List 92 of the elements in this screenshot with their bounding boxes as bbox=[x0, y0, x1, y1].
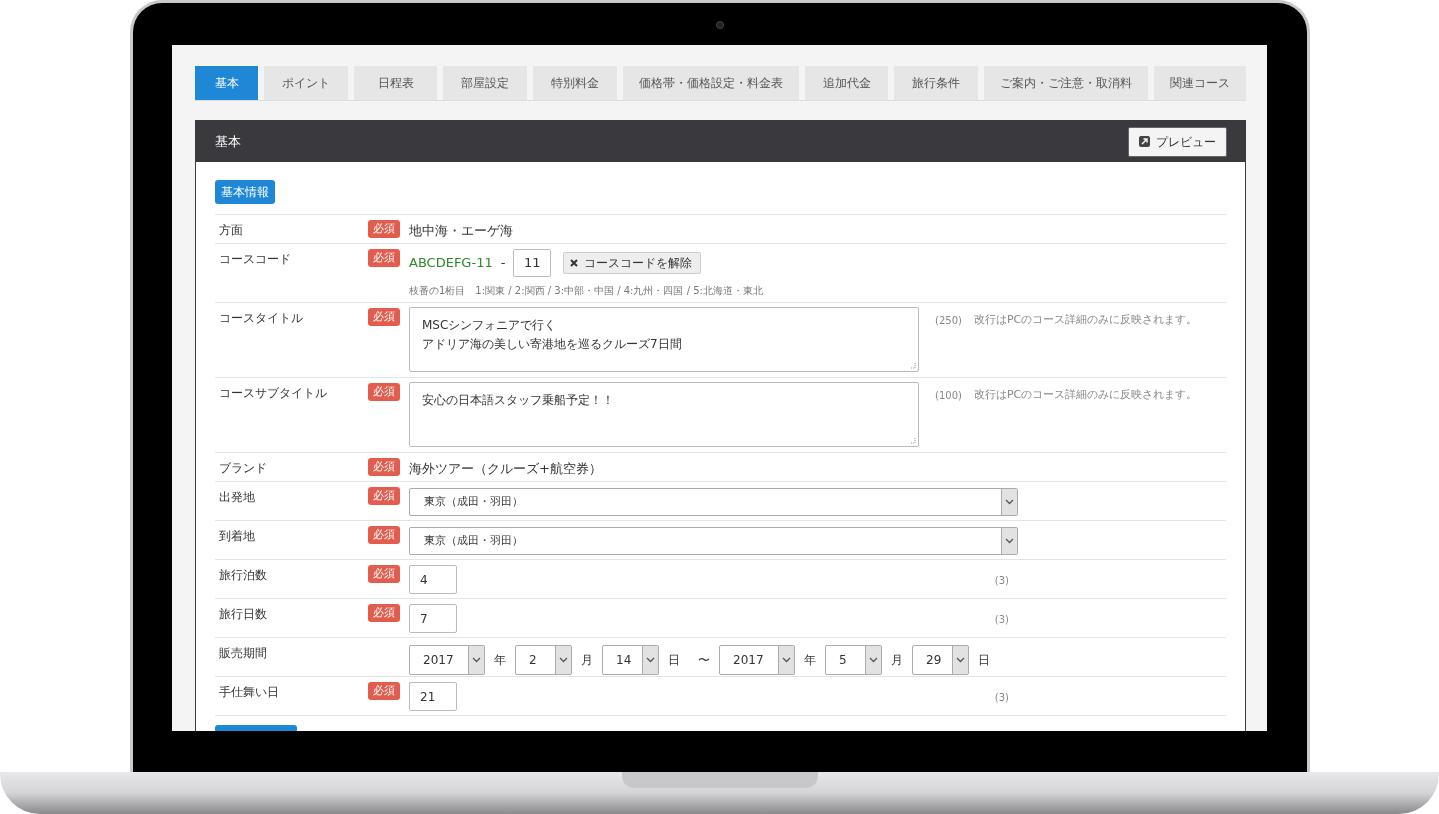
character-limit: (250) bbox=[935, 314, 962, 328]
number-field[interactable]: 4 bbox=[409, 565, 457, 594]
date-unit-text: 日 bbox=[978, 651, 990, 669]
date-select[interactable]: 5 bbox=[825, 644, 882, 675]
chevron-down-icon bbox=[782, 656, 791, 663]
chevron-down-icon bbox=[1005, 538, 1014, 544]
dropdown-toggle[interactable] bbox=[952, 645, 968, 674]
date-select[interactable]: 2 bbox=[515, 644, 572, 675]
field-label: ブランド bbox=[218, 460, 268, 477]
tab[interactable]: ポイント bbox=[264, 66, 348, 100]
chevron-down-icon bbox=[869, 656, 878, 663]
tab[interactable]: 部屋設定 bbox=[443, 66, 527, 100]
date-unit-text: 年 bbox=[804, 651, 816, 669]
course-code-prefix: ABCDEFG-11 bbox=[409, 254, 493, 273]
chevron-down-icon bbox=[646, 656, 655, 663]
dropdown-toggle[interactable] bbox=[778, 645, 794, 674]
required-badge: 必須 bbox=[368, 383, 400, 401]
dropdown-toggle[interactable] bbox=[642, 645, 658, 674]
required-badge: 必須 bbox=[368, 487, 400, 505]
dropdown-toggle[interactable] bbox=[1001, 528, 1017, 554]
required-badge: 必須 bbox=[368, 220, 400, 238]
tab[interactable]: 旅行条件 bbox=[894, 66, 979, 100]
date-unit-text: 日 bbox=[668, 651, 680, 669]
field-label: コースコード bbox=[218, 251, 292, 268]
camera-icon bbox=[715, 21, 724, 29]
hint-text: 枝番の1桁目 1:関東 / 2:関西 / 3:中部・中国 / 4:九州・四国 / 5:北海道・東北 bbox=[409, 284, 764, 298]
field-label: 手仕舞い日 bbox=[218, 684, 280, 701]
tab[interactable]: 特別料金 bbox=[533, 66, 617, 100]
textarea-line: 安心の日本語スタッフ乗船予定！！ bbox=[422, 392, 614, 409]
select-field[interactable]: 東京（成田・羽田） bbox=[409, 527, 1018, 555]
date-select[interactable]: 2017 bbox=[409, 644, 485, 675]
required-badge: 必須 bbox=[368, 458, 400, 476]
dropdown-toggle[interactable] bbox=[1001, 489, 1017, 515]
field-label: 出発地 bbox=[218, 489, 256, 506]
branch-number-field[interactable]: 11 bbox=[513, 249, 552, 277]
date-unit-text: 月 bbox=[891, 651, 903, 669]
clear-code-button[interactable]: コースコードを解除 bbox=[563, 252, 702, 274]
tab[interactable]: ご案内・ご注意・取消料 bbox=[984, 66, 1149, 100]
dropdown-toggle[interactable] bbox=[865, 645, 881, 674]
field-label: コースサブタイトル bbox=[218, 385, 328, 402]
tab[interactable]: 追加代金 bbox=[804, 66, 889, 100]
preview-button[interactable]: プレビュー bbox=[1128, 126, 1227, 157]
character-limit: (100) bbox=[935, 389, 962, 403]
note-text: 改行はPCのコース詳細のみに反映されます。 bbox=[973, 312, 1198, 328]
field-label: 旅行日数 bbox=[218, 606, 268, 623]
resize-handle-icon bbox=[909, 437, 916, 444]
external-link-icon bbox=[1139, 136, 1150, 147]
tab[interactable]: 価格帯・価格設定・料金表 bbox=[622, 66, 799, 100]
select-field[interactable]: 東京（成田・羽田） bbox=[409, 488, 1018, 516]
textarea-field[interactable]: MSCシンフォニアで行く アドリア海の美しい寄港地を巡るクルーズ7日間 bbox=[409, 307, 919, 372]
field-value: 海外ツアー（クルーズ+航空券） bbox=[409, 460, 603, 478]
section-button[interactable]: 基本情報 bbox=[215, 180, 275, 204]
required-badge: 必須 bbox=[368, 565, 400, 583]
resize-handle-icon bbox=[909, 362, 916, 369]
field-label: 到着地 bbox=[218, 528, 256, 545]
textarea-line: MSCシンフォニアで行く bbox=[422, 317, 557, 334]
field-label: コースタイトル bbox=[218, 310, 304, 327]
separator-text: - bbox=[500, 254, 506, 273]
date-select[interactable]: 14 bbox=[602, 644, 659, 675]
date-select[interactable]: 29 bbox=[912, 644, 969, 675]
number-field[interactable]: 21 bbox=[409, 682, 457, 711]
required-badge: 必須 bbox=[368, 604, 400, 622]
chevron-down-icon bbox=[559, 656, 568, 663]
dropdown-toggle[interactable] bbox=[555, 645, 571, 674]
textarea-line: アドリア海の美しい寄港地を巡るクルーズ7日間 bbox=[422, 336, 682, 353]
date-unit-text: 〜 bbox=[698, 651, 710, 669]
dropdown-toggle[interactable] bbox=[468, 645, 484, 674]
tab[interactable]: 日程表 bbox=[353, 66, 438, 100]
required-badge: 必須 bbox=[368, 249, 400, 267]
character-limit: (3) bbox=[994, 613, 1009, 627]
note-text: 改行はPCのコース詳細のみに反映されます。 bbox=[973, 387, 1198, 403]
required-badge: 必須 bbox=[368, 526, 400, 544]
field-label: 方面 bbox=[218, 222, 244, 239]
chevron-down-icon bbox=[472, 656, 481, 663]
date-select[interactable]: 2017 bbox=[719, 644, 795, 675]
field-label: 旅行泊数 bbox=[218, 567, 268, 584]
date-unit-text: 月 bbox=[581, 651, 593, 669]
character-limit: (3) bbox=[994, 574, 1009, 588]
field-value: 地中海・エーゲ海 bbox=[409, 222, 514, 240]
textarea-field[interactable]: 安心の日本語スタッフ乗船予定！！ bbox=[409, 382, 919, 447]
required-badge: 必須 bbox=[368, 682, 400, 700]
panel-title: 基本 bbox=[215, 132, 241, 151]
required-badge: 必須 bbox=[368, 308, 400, 326]
character-limit: (3) bbox=[994, 691, 1009, 705]
date-unit-text: 年 bbox=[494, 651, 506, 669]
number-field[interactable]: 7 bbox=[409, 604, 457, 633]
chevron-down-icon bbox=[956, 656, 965, 663]
field-label: 販売期間 bbox=[218, 645, 268, 662]
chevron-down-icon bbox=[1005, 499, 1014, 505]
tab[interactable]: 基本 bbox=[195, 66, 258, 100]
close-icon bbox=[570, 259, 579, 267]
tab[interactable]: 関連コース bbox=[1154, 66, 1247, 100]
